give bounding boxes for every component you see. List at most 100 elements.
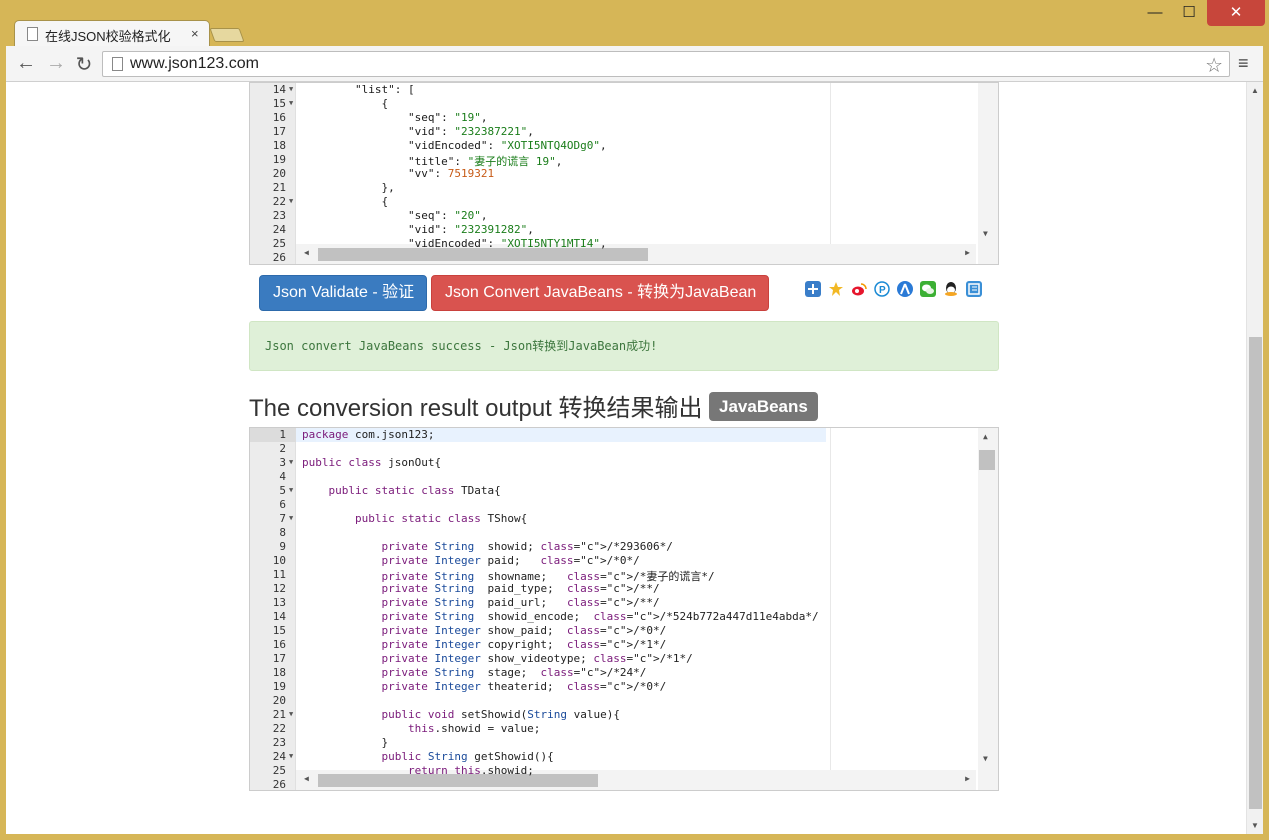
weibo-icon[interactable]: [851, 281, 867, 297]
line-number: 14: [272, 83, 286, 96]
fold-toggle-icon[interactable]: ▼: [289, 710, 293, 718]
pinterest-icon[interactable]: P: [874, 281, 890, 297]
code-line[interactable]: private String showid_encode; class="c">…: [302, 610, 818, 623]
code-line[interactable]: private Integer show_paid; class="c">/*0…: [302, 624, 666, 637]
code-line[interactable]: private Integer copyright; class="c">/*1…: [302, 638, 666, 651]
output-editor-vscroll[interactable]: ▲ ▼: [978, 428, 998, 790]
fold-toggle-icon[interactable]: ▼: [289, 99, 293, 107]
line-number: 4: [279, 470, 286, 483]
code-line[interactable]: "vidEncoded": "XOTI5NTY1MTI4",: [302, 237, 607, 250]
validate-button[interactable]: Json Validate - 验证: [259, 275, 427, 311]
convert-javabeans-button[interactable]: Json Convert JavaBeans - 转换为JavaBean: [431, 275, 769, 311]
line-number: 22: [272, 195, 286, 208]
fold-toggle-icon[interactable]: ▼: [289, 514, 293, 522]
forward-arrow-icon[interactable]: →: [44, 52, 68, 75]
code-line[interactable]: public static class TData{: [302, 484, 501, 497]
output-heading: The conversion result output 转换结果输出: [249, 395, 703, 422]
tab-strip: 在线JSON校验格式化 × — ☐ ✕: [0, 0, 1269, 48]
code-line[interactable]: return this.showid;: [302, 764, 534, 777]
code-line[interactable]: "list": [: [302, 83, 415, 96]
line-number: 20: [272, 694, 286, 707]
page-scrollbar[interactable]: ▲ ▼: [1246, 82, 1263, 834]
code-line[interactable]: private String paid_url; class="c">/**/: [302, 596, 659, 609]
code-line[interactable]: private String paid_type; class="c">/**/: [302, 582, 659, 595]
line-number: 20: [272, 167, 286, 180]
tab-close-icon[interactable]: ×: [191, 26, 199, 41]
line-number: 19: [272, 680, 286, 693]
url-text[interactable]: www.json123.com: [130, 55, 259, 73]
success-alert: Json convert JavaBeans success - Json转换到…: [249, 321, 999, 371]
bookmark-star-icon[interactable]: ☆: [1205, 53, 1223, 78]
javabean-output-editor[interactable]: ▲ ▼ ◀ ▶ 1 package com.json123; 2 3 ▼ public c…: [249, 427, 999, 791]
netease-icon[interactable]: [966, 281, 982, 297]
fold-toggle-icon[interactable]: ▼: [289, 85, 293, 93]
fold-toggle-icon[interactable]: ▼: [289, 197, 293, 205]
line-number: 6: [279, 498, 286, 511]
code-line[interactable]: {: [302, 195, 388, 208]
code-line[interactable]: "vid": "232391282",: [302, 223, 534, 236]
line-number: 3: [279, 456, 286, 469]
tab-title: 在线JSON校验格式化: [45, 29, 171, 44]
line-number: 13: [272, 596, 286, 609]
code-line[interactable]: private Integer show_videotype; class="c…: [302, 652, 692, 665]
address-bar[interactable]: www.json123.com ☆: [102, 51, 1230, 77]
line-number: 18: [272, 139, 286, 152]
code-line[interactable]: },: [302, 181, 394, 194]
page-scroll-thumb[interactable]: [1249, 337, 1262, 809]
maximize-button[interactable]: ☐: [1176, 0, 1202, 26]
page-viewport: ▼ ◀ ▶ 14 ▼ "list": [15 ▼ {16 "seq": "19", 1…: [6, 82, 1263, 834]
reload-icon[interactable]: ↻: [72, 52, 96, 77]
code-line[interactable]: public class jsonOut{: [302, 456, 441, 469]
browser-tab[interactable]: 在线JSON校验格式化 ×: [14, 20, 210, 48]
fold-toggle-icon[interactable]: ▼: [289, 458, 293, 466]
code-line[interactable]: "seq": "20",: [302, 209, 488, 222]
line-number: 15: [272, 97, 286, 110]
line-number: 9: [279, 540, 286, 553]
line-number: 16: [272, 638, 286, 651]
new-tab-button[interactable]: [209, 28, 245, 42]
line-number: 21: [272, 708, 286, 721]
line-number: 17: [272, 652, 286, 665]
code-line[interactable]: "vid": "232387221",: [302, 125, 534, 138]
javabeans-badge: JavaBeans: [709, 392, 818, 421]
plus-share-icon[interactable]: [805, 281, 821, 297]
qzone-icon[interactable]: [828, 281, 844, 297]
code-line[interactable]: "vidEncoded": "XOTI5NTQ4ODg0",: [302, 139, 607, 152]
line-number: 10: [272, 554, 286, 567]
line-number: 1: [279, 428, 286, 441]
page-icon: [112, 57, 123, 71]
renren-icon[interactable]: [897, 281, 913, 297]
code-line[interactable]: "vv": 7519321: [302, 167, 494, 180]
fold-toggle-icon[interactable]: ▼: [289, 752, 293, 760]
close-window-button[interactable]: ✕: [1207, 0, 1265, 26]
code-line[interactable]: private String stage; class="c">/*24*/: [302, 666, 646, 679]
svg-text:P: P: [879, 285, 886, 296]
line-number: 18: [272, 666, 286, 679]
code-line[interactable]: private Integer paid; class="c">/*0*/: [302, 554, 639, 567]
code-line[interactable]: private String showid; class="c">/*29360…: [302, 540, 672, 553]
wechat-icon[interactable]: [920, 281, 936, 297]
line-number: 22: [272, 722, 286, 735]
line-number: 25: [272, 764, 286, 777]
line-number: 5: [279, 484, 286, 497]
qq-icon[interactable]: [943, 281, 959, 297]
back-arrow-icon[interactable]: ←: [14, 52, 38, 75]
code-line[interactable]: this.showid = value;: [302, 722, 540, 735]
code-line[interactable]: private Integer theaterid; class="c">/*0…: [302, 680, 666, 693]
code-line[interactable]: public String getShowid(){: [302, 750, 553, 763]
code-line[interactable]: }: [302, 736, 388, 749]
code-line[interactable]: package com.json123;: [302, 428, 434, 441]
json-input-editor[interactable]: ▼ ◀ ▶ 14 ▼ "list": [15 ▼ {16 "seq": "19", 1…: [249, 82, 999, 265]
input-editor-vscroll[interactable]: ▼: [978, 83, 998, 264]
code-line[interactable]: public static class TShow{: [302, 512, 527, 525]
menu-icon[interactable]: ≡: [1238, 53, 1249, 74]
line-number: 8: [279, 526, 286, 539]
line-number: 21: [272, 181, 286, 194]
line-number: 11: [272, 568, 286, 581]
code-line[interactable]: "seq": "19",: [302, 111, 488, 124]
line-number: 16: [272, 111, 286, 124]
fold-toggle-icon[interactable]: ▼: [289, 486, 293, 494]
minimize-button[interactable]: —: [1142, 0, 1168, 26]
code-line[interactable]: public void setShowid(String value){: [302, 708, 619, 721]
code-line[interactable]: {: [302, 97, 388, 110]
